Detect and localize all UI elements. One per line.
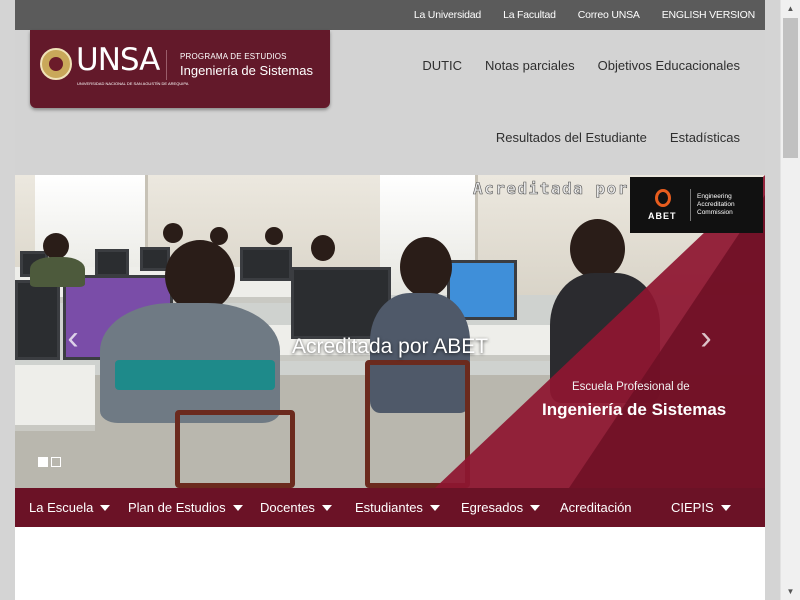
nav-dutic[interactable]: DUTIC [422, 58, 462, 73]
slide-photo-person [400, 237, 452, 297]
nav-resultados-del-estudiante[interactable]: Resultados del Estudiante [496, 130, 647, 145]
top-utility-bar: La Universidad La Facultad Correo UNSA E… [15, 0, 765, 30]
nav-notas-parciales[interactable]: Notas parciales [485, 58, 575, 73]
menu-label: Egresados [461, 500, 524, 515]
link-la-facultad[interactable]: La Facultad [503, 9, 556, 21]
abet-logo-word: ABET [648, 211, 677, 221]
slide-overlay-text: Acreditada por [473, 179, 629, 199]
menu-label: Plan de Estudios [128, 500, 226, 515]
menu-label: La Escuela [29, 500, 94, 515]
scroll-thumb[interactable] [783, 18, 798, 158]
slide-photo-person [165, 240, 235, 312]
slide-photo-monitor [95, 249, 129, 277]
caret-down-icon [720, 504, 731, 511]
slide-photo-person [115, 360, 275, 390]
page-scrollbar[interactable]: ▲ ▼ [780, 0, 800, 600]
scroll-up-icon[interactable]: ▲ [781, 0, 800, 17]
abet-logo: ABET Engineering Accreditation Commissio… [630, 177, 763, 233]
secondary-nav-row-1: DUTIC Notas parciales Objetivos Educacio… [422, 58, 740, 73]
slide-photo-chair [365, 360, 470, 488]
menu-label: Estudiantes [355, 500, 423, 515]
scroll-down-icon[interactable]: ▼ [781, 583, 800, 600]
slider-dot-2[interactable] [51, 457, 61, 467]
slide-school-name: Ingeniería de Sistemas [542, 400, 727, 419]
university-seal-icon [40, 48, 72, 80]
abet-description: Engineering Accreditation Commission [697, 193, 735, 216]
slide-photo-chair [175, 410, 295, 488]
logo-subtext: UNIVERSIDAD NACIONAL DE SAN AGUSTÍN DE A… [77, 81, 189, 86]
caret-down-icon [321, 504, 332, 511]
nav-estadisticas[interactable]: Estadísticas [670, 130, 740, 145]
link-english-version[interactable]: ENGLISH VERSION [662, 9, 755, 21]
program-label: PROGRAMA DE ESTUDIOS [180, 52, 287, 61]
menu-la-escuela[interactable]: La Escuela [29, 488, 111, 527]
slide-photo-person [570, 219, 625, 279]
menu-estudiantes[interactable]: Estudiantes [355, 488, 440, 527]
menu-label: Docentes [260, 500, 315, 515]
slider-dot-1[interactable] [38, 457, 48, 467]
page: La Universidad La Facultad Correo UNSA E… [15, 0, 765, 600]
caret-down-icon [429, 504, 440, 511]
menu-label: Acreditación [560, 500, 632, 515]
logo-text: UNSA [76, 42, 160, 78]
hero-slider: Acreditada por ABET Engineering Accredit… [15, 175, 765, 488]
secondary-nav-row-2: Resultados del Estudiante Estadísticas [496, 130, 740, 145]
menu-docentes[interactable]: Docentes [260, 488, 332, 527]
slide-photo-person [43, 233, 69, 259]
nav-objetivos-educacionales[interactable]: Objetivos Educacionales [598, 58, 740, 73]
menu-ciepis[interactable]: CIEPIS [671, 488, 731, 527]
menu-acreditacion[interactable]: Acreditación [560, 488, 632, 527]
top-links: La Universidad La Facultad Correo UNSA E… [414, 0, 755, 30]
abet-divider [690, 189, 691, 221]
slider-pagination [38, 457, 61, 467]
caret-down-icon [100, 504, 111, 511]
caret-down-icon [530, 504, 541, 511]
caret-down-icon [232, 504, 243, 511]
slide-photo-monitor [240, 247, 292, 281]
slide-photo-person [163, 223, 183, 243]
program-name: Ingeniería de Sistemas [180, 63, 313, 78]
slide-caption: Acreditada por ABET [291, 335, 489, 358]
slider-next-arrow-icon[interactable]: › [693, 320, 719, 356]
brand-logo-block[interactable]: UNSA UNIVERSIDAD NACIONAL DE SAN AGUSTÍN… [30, 30, 330, 108]
link-la-universidad[interactable]: La Universidad [414, 9, 481, 21]
site-header: UNSA UNIVERSIDAD NACIONAL DE SAN AGUSTÍN… [15, 30, 765, 175]
menu-plan-de-estudios[interactable]: Plan de Estudios [128, 488, 243, 527]
slide-photo-desk [15, 365, 95, 431]
slide-photo-person [311, 235, 335, 261]
slide-photo-person [30, 257, 85, 287]
slider-prev-arrow-icon[interactable]: ‹ [60, 320, 86, 356]
abet-ring-icon [655, 189, 671, 207]
menu-label: CIEPIS [671, 500, 714, 515]
slide-school-label: Escuela Profesional de [572, 381, 690, 393]
slide-photo-person [265, 227, 283, 245]
logo-divider [166, 50, 167, 80]
link-correo-unsa[interactable]: Correo UNSA [578, 9, 640, 21]
menu-egresados[interactable]: Egresados [461, 488, 541, 527]
main-nav: La Escuela Plan de Estudios Docentes Est… [15, 488, 765, 527]
